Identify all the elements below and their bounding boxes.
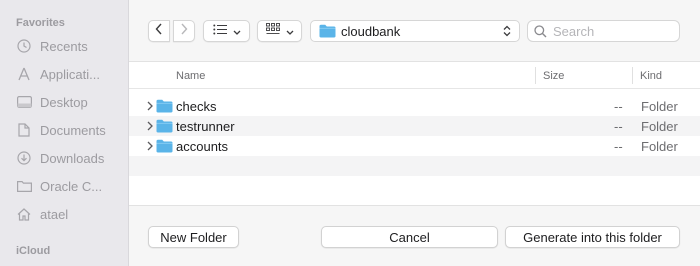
new-folder-button[interactable]: New Folder <box>148 226 239 248</box>
generate-button[interactable]: Generate into this folder <box>505 226 680 248</box>
toolbar: cloudbank <box>129 0 700 62</box>
column-header-size[interactable]: Size <box>543 70 564 82</box>
row-kind: Folder <box>641 139 678 154</box>
row-name: testrunner <box>176 119 235 134</box>
clock-icon <box>16 38 32 54</box>
download-icon <box>16 150 32 166</box>
sidebar-item-documents[interactable]: Documents <box>16 119 122 141</box>
favorites-heading: Favorites <box>16 17 65 29</box>
chevron-left-icon <box>155 22 163 40</box>
sidebar-item-label: Applicati... <box>40 66 100 82</box>
location-popup[interactable]: cloudbank <box>310 20 520 42</box>
list-view-button[interactable] <box>203 20 250 42</box>
dialog-footer: New Folder Cancel Generate into this fol… <box>129 205 700 266</box>
document-icon <box>16 122 32 138</box>
empty-row <box>129 156 700 176</box>
cancel-button[interactable]: Cancel <box>321 226 498 248</box>
location-label: cloudbank <box>341 23 401 39</box>
row-size: -- <box>614 139 623 154</box>
desktop-icon <box>16 94 32 110</box>
list-icon <box>212 22 227 40</box>
chevron-down-icon <box>233 22 241 40</box>
file-list: checks -- Folder testrunner -- Folder ac… <box>129 96 700 176</box>
sidebar: Favorites Recents Applicati... Desktop D… <box>0 0 129 266</box>
folder-icon <box>156 139 173 153</box>
sidebar-item-label: Desktop <box>40 94 88 110</box>
sidebar-item-downloads[interactable]: Downloads <box>16 147 122 169</box>
table-row[interactable]: checks -- Folder <box>129 96 700 116</box>
sidebar-item-desktop[interactable]: Desktop <box>16 91 122 113</box>
search-input[interactable] <box>553 23 673 39</box>
row-kind: Folder <box>641 99 678 114</box>
sidebar-item-recents[interactable]: Recents <box>16 35 122 57</box>
grid-view-button[interactable] <box>257 20 302 42</box>
sidebar-item-label: Downloads <box>40 150 105 166</box>
grid-icon <box>265 22 280 40</box>
icloud-heading: iCloud <box>16 245 51 257</box>
forward-button[interactable] <box>173 20 195 42</box>
row-name: checks <box>176 99 217 114</box>
column-divider[interactable] <box>535 67 536 84</box>
sidebar-item-oracle[interactable]: Oracle C... <box>16 175 122 197</box>
folder-icon <box>156 119 173 133</box>
column-divider[interactable] <box>632 67 633 84</box>
home-icon <box>16 206 32 222</box>
sidebar-item-label: Recents <box>40 38 88 54</box>
column-header-name[interactable]: Name <box>176 70 205 82</box>
row-size: -- <box>614 99 623 114</box>
table-row[interactable]: testrunner -- Folder <box>129 116 700 136</box>
disclosure-chevron-icon[interactable] <box>146 120 154 132</box>
chevron-down-icon <box>286 22 294 40</box>
column-header-row: Name Size Kind <box>129 62 700 89</box>
disclosure-chevron-icon[interactable] <box>146 100 154 112</box>
sidebar-item-label: Oracle C... <box>40 178 103 194</box>
search-icon <box>534 24 547 38</box>
sidebar-item-label: atael <box>40 206 69 222</box>
sidebar-item-home[interactable]: atael <box>16 203 122 225</box>
back-button[interactable] <box>148 20 170 42</box>
folder-icon <box>156 99 173 113</box>
sidebar-item-label: Documents <box>40 122 106 138</box>
up-down-chevron-icon <box>503 25 511 40</box>
sidebar-item-applications[interactable]: Applicati... <box>16 63 122 85</box>
chevron-right-icon <box>180 22 188 40</box>
applications-icon <box>16 66 32 82</box>
row-name: accounts <box>176 139 229 154</box>
row-kind: Folder <box>641 119 678 134</box>
disclosure-chevron-icon[interactable] <box>146 140 154 152</box>
folder-icon <box>319 24 336 38</box>
row-size: -- <box>614 119 623 134</box>
table-row[interactable]: accounts -- Folder <box>129 136 700 156</box>
folder-icon <box>16 178 32 194</box>
search-field[interactable] <box>527 20 680 42</box>
column-header-kind[interactable]: Kind <box>640 70 662 82</box>
